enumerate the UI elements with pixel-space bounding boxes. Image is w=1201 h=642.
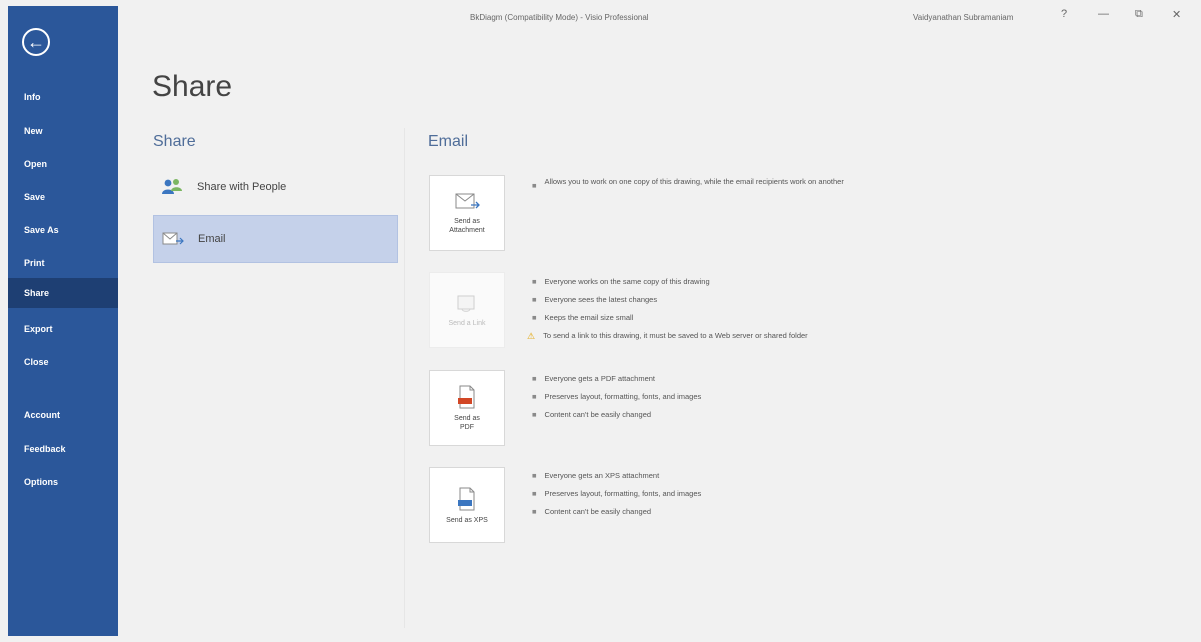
share-with-people-option[interactable]: Share with People bbox=[153, 163, 398, 211]
bullet-dot: ■ bbox=[532, 507, 537, 516]
bullet-dot: ■ bbox=[532, 392, 537, 401]
bullet-dot: ■ bbox=[532, 295, 537, 304]
attachment-description: ■ Allows you to work on one copy of this … bbox=[532, 177, 844, 195]
link-bullet-2: Everyone sees the latest changes bbox=[544, 295, 658, 304]
help-icon[interactable]: ? bbox=[1061, 8, 1067, 20]
minimize-icon[interactable]: — bbox=[1098, 8, 1109, 20]
window-title: BkDiagm (Compatibility Mode) - Visio Pro… bbox=[470, 13, 649, 22]
nav-item-close[interactable]: Close bbox=[8, 347, 118, 377]
nav-item-new[interactable]: New bbox=[8, 116, 118, 146]
email-envelope-icon bbox=[162, 232, 184, 245]
pdf-icon bbox=[458, 385, 475, 409]
xps-bullet-1: Everyone gets an XPS attachment bbox=[544, 471, 660, 480]
nav-item-info[interactable]: Info bbox=[8, 82, 118, 112]
bullet-dot: ■ bbox=[532, 471, 537, 480]
attachment-icon bbox=[455, 193, 480, 209]
pdf-bullet-1: Everyone gets a PDF attachment bbox=[544, 374, 656, 383]
send-as-xps-label: Send as XPS bbox=[446, 516, 488, 524]
column-divider bbox=[404, 128, 405, 628]
page-title: Share bbox=[152, 70, 233, 103]
link-bullet-1: Everyone works on the same copy of this … bbox=[544, 277, 710, 286]
link-description: ■ Everyone works on the same copy of this… bbox=[527, 273, 808, 345]
bullet-dot: ■ bbox=[532, 277, 537, 286]
backstage-nav: ← Info New Open Save Save As Print Share… bbox=[8, 6, 118, 636]
bullet-dot: ■ bbox=[532, 374, 537, 383]
warning-icon: ⚠ bbox=[527, 331, 536, 341]
email-option-label: Email bbox=[198, 233, 226, 245]
bullet-dot: ■ bbox=[532, 489, 537, 498]
people-icon bbox=[162, 179, 182, 194]
nav-item-account[interactable]: Account bbox=[8, 400, 118, 430]
nav-item-share[interactable]: Share bbox=[8, 278, 118, 308]
nav-item-save-as[interactable]: Save As bbox=[8, 215, 118, 245]
user-name[interactable]: Vaidyanathan Subramaniam bbox=[913, 13, 1013, 22]
send-as-xps-button[interactable]: Send as XPS bbox=[429, 467, 505, 543]
bullet-dot: ■ bbox=[532, 410, 537, 419]
link-warning: To send a link to this drawing, it must … bbox=[543, 331, 808, 340]
email-heading: Email bbox=[428, 133, 469, 150]
send-as-attachment-label: Send as Attachment bbox=[449, 218, 485, 234]
send-as-pdf-button[interactable]: Send as PDF bbox=[429, 370, 505, 446]
nav-item-feedback[interactable]: Feedback bbox=[8, 434, 118, 464]
pdf-bullet-2: Preserves layout, formatting, fonts, and… bbox=[544, 392, 702, 401]
send-a-link-label: Send a Link bbox=[448, 319, 486, 327]
share-heading: Share bbox=[153, 133, 196, 150]
bullet-dot: ■ bbox=[532, 181, 537, 190]
restore-icon[interactable]: ⧉ bbox=[1135, 8, 1143, 21]
nav-item-export[interactable]: Export bbox=[8, 314, 118, 344]
back-arrow-icon[interactable]: ← bbox=[22, 28, 50, 56]
email-option[interactable]: Email bbox=[153, 215, 398, 263]
bullet-dot: ■ bbox=[532, 313, 537, 322]
xps-bullet-2: Preserves layout, formatting, fonts, and… bbox=[544, 489, 702, 498]
pdf-description: ■ Everyone gets a PDF attachment ■ Preserv… bbox=[532, 370, 701, 424]
send-as-attachment-button[interactable]: Send as Attachment bbox=[429, 175, 505, 251]
xps-icon bbox=[458, 487, 475, 510]
close-icon[interactable]: ✕ bbox=[1172, 8, 1181, 21]
xps-description: ■ Everyone gets an XPS attachment ■ Preser… bbox=[532, 467, 701, 521]
share-with-people-label: Share with People bbox=[197, 181, 287, 193]
send-a-link-button[interactable]: Send a Link bbox=[429, 272, 505, 348]
pdf-bullet-3: Content can't be easily changed bbox=[544, 410, 652, 419]
send-as-pdf-label: Send as PDF bbox=[454, 415, 480, 431]
nav-item-print[interactable]: Print bbox=[8, 248, 118, 278]
xps-bullet-3: Content can't be easily changed bbox=[544, 507, 652, 516]
link-icon bbox=[457, 295, 475, 312]
link-bullet-3: Keeps the email size small bbox=[544, 313, 634, 322]
nav-item-open[interactable]: Open bbox=[8, 149, 118, 179]
nav-item-save[interactable]: Save bbox=[8, 182, 118, 212]
attachment-bullet-1: Allows you to work on one copy of this d… bbox=[544, 177, 844, 186]
nav-item-options[interactable]: Options bbox=[8, 467, 118, 497]
